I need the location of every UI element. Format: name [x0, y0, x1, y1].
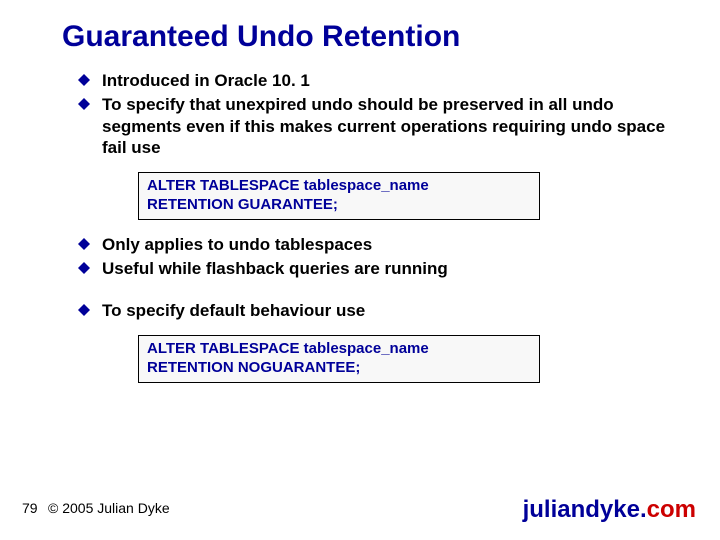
site-name: juliandyke.com: [523, 496, 696, 524]
bullet-text: To specify default behaviour use: [102, 300, 365, 321]
page-number: 79: [22, 500, 38, 516]
site-name-part: com: [647, 496, 696, 523]
copyright-text: © 2005 Julian Dyke: [48, 500, 170, 516]
bullet-text: Only applies to undo tablespaces: [102, 234, 372, 255]
code-line: RETENTION NOGUARANTEE;: [147, 359, 531, 378]
code-line: RETENTION GUARANTEE;: [147, 196, 531, 215]
code-line: ALTER TABLESPACE tablespace_name: [147, 177, 531, 196]
code-box: ALTER TABLESPACE tablespace_name RETENTI…: [138, 335, 540, 383]
bullet-item: Introduced in Oracle 10. 1: [78, 70, 680, 91]
diamond-bullet-icon: [78, 262, 90, 274]
code-box: ALTER TABLESPACE tablespace_name RETENTI…: [138, 172, 540, 220]
slide-content: Introduced in Oracle 10. 1 To specify th…: [78, 70, 680, 397]
bullet-text: To specify that unexpired undo should be…: [102, 94, 680, 158]
site-name-part: juliandyke.: [523, 496, 647, 523]
diamond-bullet-icon: [78, 238, 90, 250]
bullet-text: Useful while flashback queries are runni…: [102, 258, 448, 279]
bullet-item: Only applies to undo tablespaces: [78, 234, 680, 255]
bullet-item: Useful while flashback queries are runni…: [78, 258, 680, 279]
bullet-text: Introduced in Oracle 10. 1: [102, 70, 310, 91]
diamond-bullet-icon: [78, 98, 90, 110]
spacer: [78, 282, 680, 300]
slide-title: Guaranteed Undo Retention: [62, 20, 460, 54]
bullet-item: To specify default behaviour use: [78, 300, 680, 321]
diamond-bullet-icon: [78, 74, 90, 86]
slide: Guaranteed Undo Retention Introduced in …: [0, 0, 720, 540]
diamond-bullet-icon: [78, 304, 90, 316]
code-line: ALTER TABLESPACE tablespace_name: [147, 340, 531, 359]
bullet-item: To specify that unexpired undo should be…: [78, 94, 680, 158]
